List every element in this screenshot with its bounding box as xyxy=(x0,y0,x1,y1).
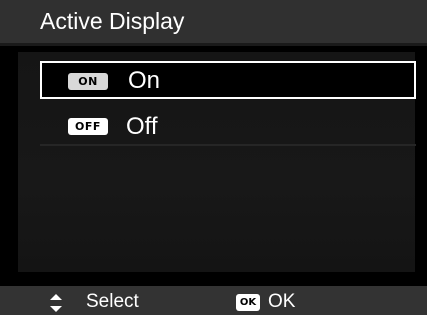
page-title: Active Display xyxy=(40,8,185,34)
ok-button-icon: OK xyxy=(236,294,260,311)
title-divider xyxy=(0,43,427,46)
menu-item-on[interactable]: ON On xyxy=(40,61,416,99)
title-bar: Active Display xyxy=(0,0,427,43)
select-hint-label: Select xyxy=(86,291,139,312)
on-badge-icon: ON xyxy=(68,73,108,90)
up-down-arrows-icon xyxy=(50,294,62,312)
camera-menu-screen: Active Display ON On OFF Off Select OK O… xyxy=(0,0,427,315)
menu-item-label: On xyxy=(128,67,161,94)
off-badge-icon: OFF xyxy=(68,118,108,135)
ok-hint-label: OK xyxy=(268,291,296,312)
menu-item-label: Off xyxy=(126,113,158,140)
menu-item-off[interactable]: OFF Off xyxy=(40,106,416,146)
button-hint-bar: Select OK OK xyxy=(0,286,427,315)
